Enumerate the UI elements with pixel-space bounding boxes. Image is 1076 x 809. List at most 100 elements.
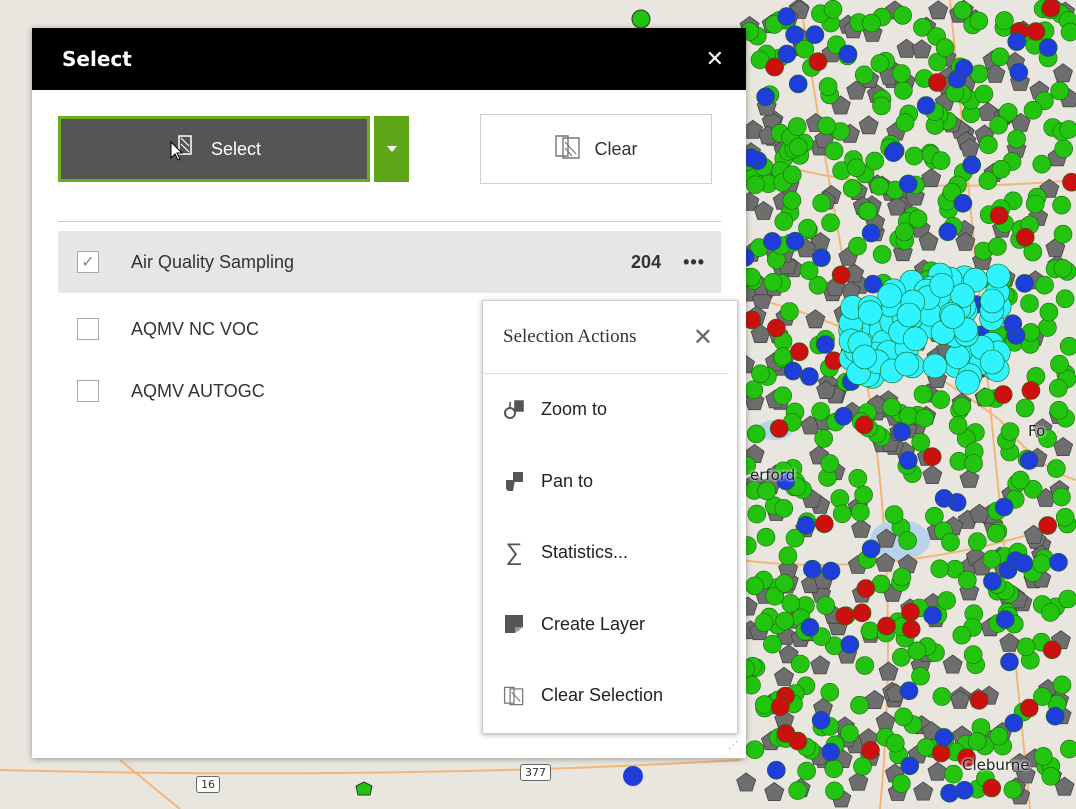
green-marker bbox=[911, 666, 930, 686]
green-marker bbox=[1041, 603, 1060, 622]
green-marker bbox=[872, 96, 891, 116]
clear-button-label: Clear bbox=[594, 138, 638, 159]
green-marker bbox=[895, 113, 915, 132]
green-marker bbox=[964, 454, 983, 473]
blue-marker bbox=[821, 742, 841, 762]
red-marker bbox=[1026, 22, 1046, 41]
green-marker bbox=[893, 6, 913, 25]
green-marker bbox=[812, 193, 832, 213]
green-marker bbox=[1050, 354, 1069, 374]
select-button[interactable]: Select bbox=[58, 116, 370, 182]
blue-marker bbox=[954, 59, 974, 78]
green-marker bbox=[989, 115, 1008, 135]
red-marker bbox=[877, 616, 896, 636]
red-marker bbox=[989, 206, 1009, 225]
green-marker bbox=[757, 481, 777, 501]
blue-marker bbox=[788, 74, 808, 94]
red-marker bbox=[982, 778, 1002, 798]
green-marker bbox=[1003, 780, 1023, 800]
panel-header: Select ✕ bbox=[32, 28, 746, 90]
blue-marker bbox=[785, 231, 805, 251]
action-label: Statistics... bbox=[541, 542, 629, 563]
action-pan-to[interactable]: Pan to bbox=[483, 446, 737, 518]
green-marker bbox=[745, 576, 764, 596]
green-marker bbox=[1038, 318, 1057, 337]
green-marker bbox=[870, 177, 889, 196]
blue-marker bbox=[934, 728, 954, 747]
green-marker bbox=[754, 613, 774, 633]
red-marker bbox=[1021, 381, 1041, 400]
green-marker bbox=[885, 733, 905, 753]
action-zoom-to[interactable]: Zoom to bbox=[483, 374, 737, 446]
blue-marker bbox=[766, 760, 786, 780]
layer-checkbox-checked[interactable]: ✓ bbox=[77, 251, 99, 273]
red-marker bbox=[854, 415, 874, 435]
green-marker bbox=[898, 531, 917, 551]
selected-marker bbox=[985, 263, 1011, 289]
red-marker bbox=[901, 619, 921, 639]
close-icon[interactable]: ✕ bbox=[706, 47, 724, 72]
select-mode-dropdown[interactable] bbox=[374, 116, 409, 182]
green-marker bbox=[967, 532, 987, 552]
green-marker bbox=[963, 645, 983, 665]
green-marker bbox=[1047, 459, 1066, 478]
green-marker bbox=[756, 527, 776, 547]
green-marker bbox=[967, 732, 987, 751]
green-marker bbox=[842, 179, 862, 198]
resize-handle-icon[interactable]: ⋰ bbox=[728, 740, 742, 754]
green-marker bbox=[853, 757, 872, 776]
green-marker bbox=[904, 146, 924, 166]
action-create-layer[interactable]: Create Layer bbox=[483, 589, 737, 661]
action-statistics[interactable]: ∑ Statistics... bbox=[483, 517, 737, 589]
green-marker bbox=[894, 707, 913, 727]
green-marker bbox=[891, 774, 911, 793]
green-marker bbox=[782, 165, 802, 185]
green-marker bbox=[908, 209, 928, 229]
green-marker bbox=[913, 384, 933, 404]
green-marker bbox=[774, 499, 794, 518]
clear-selection-icon bbox=[503, 685, 525, 707]
green-marker bbox=[820, 454, 840, 473]
green-marker bbox=[1032, 554, 1051, 574]
selected-marker bbox=[857, 300, 883, 326]
selected-marker bbox=[894, 351, 920, 377]
green-marker bbox=[931, 151, 951, 170]
green-marker bbox=[754, 695, 774, 714]
green-marker bbox=[895, 222, 914, 242]
layer-row-air-quality[interactable]: ✓ Air Quality Sampling 204 ••• bbox=[58, 231, 721, 293]
green-marker bbox=[892, 64, 911, 83]
green-marker bbox=[814, 429, 834, 448]
divider bbox=[58, 221, 721, 222]
selected-marker bbox=[902, 326, 928, 352]
blue-marker bbox=[796, 515, 816, 535]
green-marker bbox=[1049, 400, 1069, 420]
green-marker bbox=[1060, 22, 1076, 42]
blue-marker bbox=[1009, 63, 1029, 82]
green-marker bbox=[957, 570, 977, 590]
red-marker bbox=[901, 602, 920, 622]
green-marker bbox=[817, 116, 837, 136]
panel-title: Select bbox=[62, 47, 132, 71]
green-marker bbox=[854, 65, 874, 85]
layer-checkbox[interactable] bbox=[77, 380, 99, 402]
blue-marker bbox=[1003, 314, 1023, 334]
green-marker bbox=[932, 687, 952, 706]
blue-marker-bottom bbox=[623, 766, 643, 786]
layer-checkbox[interactable] bbox=[77, 318, 99, 340]
more-options-icon[interactable]: ••• bbox=[683, 252, 705, 273]
action-clear-selection[interactable]: Clear Selection bbox=[483, 660, 737, 732]
clear-button[interactable]: Clear bbox=[480, 114, 712, 184]
selected-marker bbox=[940, 304, 966, 329]
green-marker bbox=[790, 654, 810, 674]
green-marker bbox=[1016, 637, 1036, 657]
sigma-icon: ∑ bbox=[505, 538, 523, 566]
green-marker bbox=[1055, 507, 1075, 527]
red-marker bbox=[770, 697, 790, 717]
green-marker bbox=[937, 591, 956, 610]
red-marker bbox=[766, 318, 786, 338]
close-icon[interactable]: ✕ bbox=[693, 323, 713, 351]
green-marker bbox=[862, 13, 881, 33]
blue-marker bbox=[812, 248, 831, 268]
zoom-to-icon bbox=[503, 399, 525, 421]
red-marker bbox=[1041, 0, 1061, 18]
